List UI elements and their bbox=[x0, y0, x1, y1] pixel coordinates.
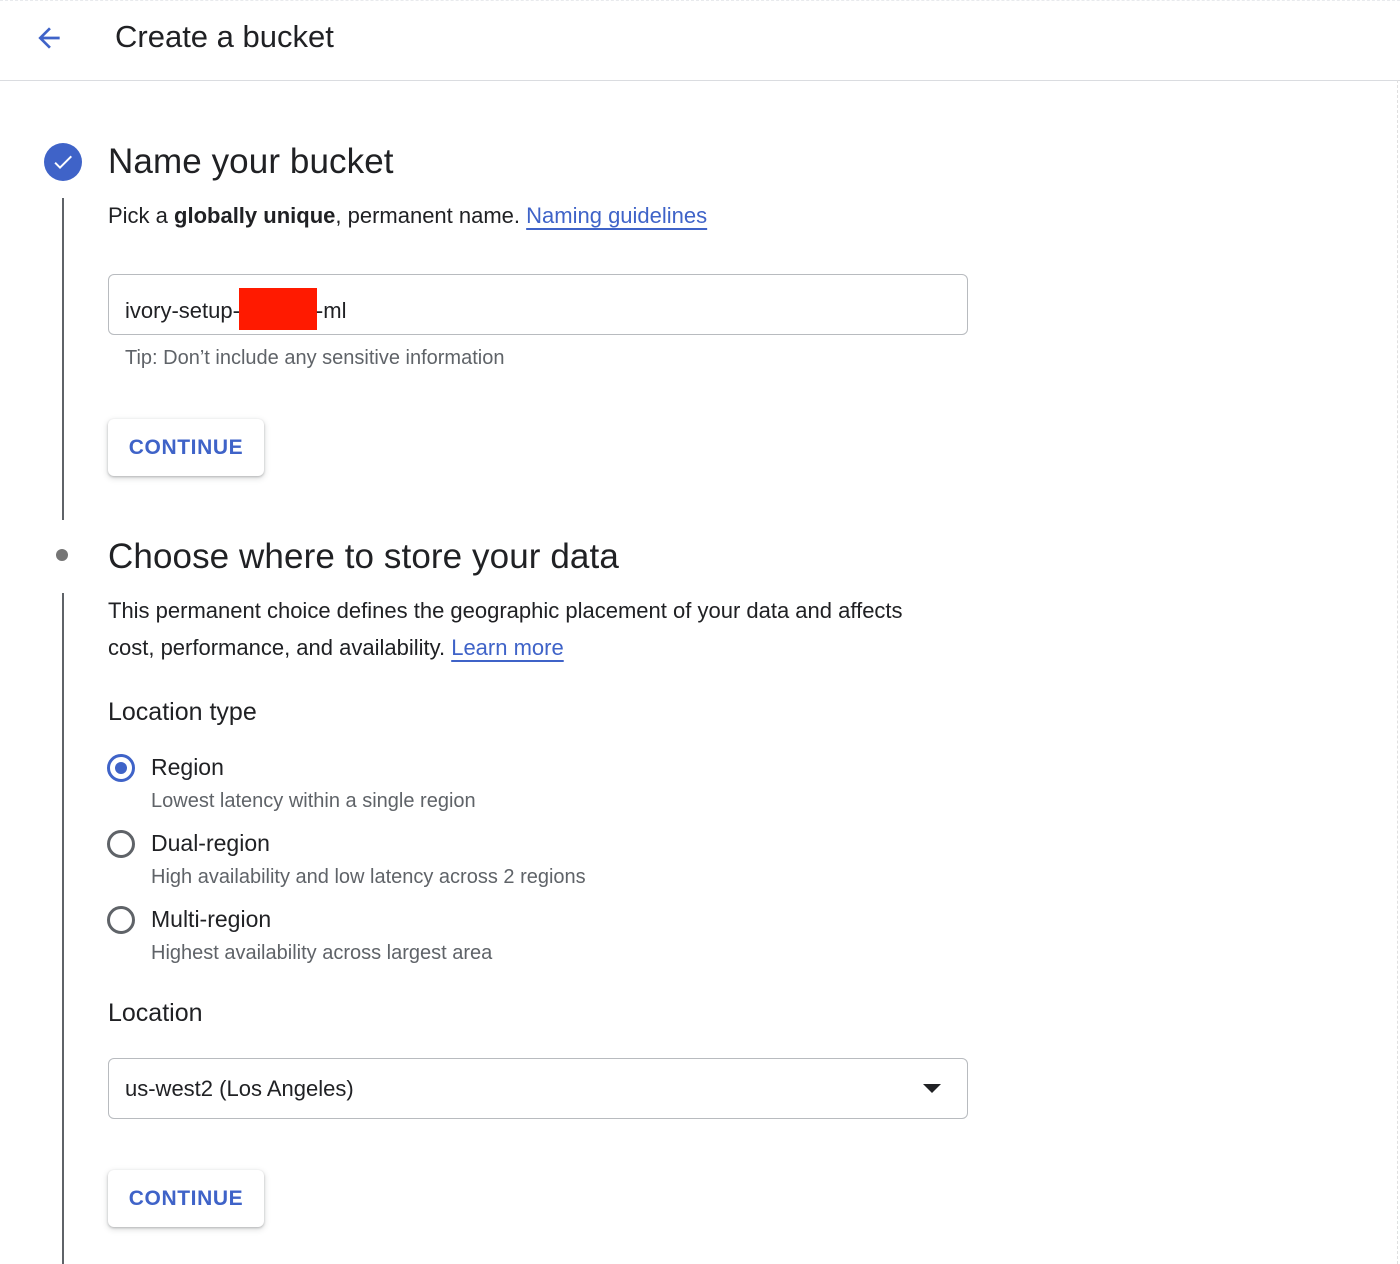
check-circle-icon bbox=[44, 143, 82, 181]
create-bucket-page: Create a bucket Name your bucket Pick a … bbox=[0, 0, 1400, 1264]
bucket-name-prefix: ivory-setup- bbox=[125, 298, 240, 323]
step-heading-storage-location: Choose where to store your data bbox=[108, 537, 619, 576]
page-header: Create a bucket bbox=[0, 0, 1400, 81]
bucket-name-hint: Tip: Don’t include any sensitive informa… bbox=[125, 347, 505, 369]
step-indicator-dot bbox=[56, 549, 68, 561]
radio-button[interactable] bbox=[107, 906, 135, 934]
radio-region[interactable]: Region Lowest latency within a single re… bbox=[106, 750, 706, 820]
location-select-value: us-west2 (Los Angeles) bbox=[125, 1076, 354, 1101]
description-text: , permanent name. bbox=[335, 203, 527, 228]
arrow-back-icon bbox=[38, 27, 60, 49]
description-bold: globally unique bbox=[174, 203, 336, 228]
location-select[interactable]: us-west2 (Los Angeles) bbox=[108, 1058, 968, 1119]
stepper-line bbox=[62, 593, 64, 1264]
step-description: This permanent choice defines the geogra… bbox=[108, 592, 903, 666]
radio-button[interactable] bbox=[107, 830, 135, 858]
location-label: Location bbox=[108, 999, 203, 1027]
continue-button[interactable]: CONTINUE bbox=[108, 1170, 264, 1227]
redaction-box bbox=[238, 288, 317, 330]
radio-dual-region[interactable]: Dual-region High availability and low la… bbox=[106, 826, 706, 896]
description-text: cost, performance, and availability. bbox=[108, 635, 452, 660]
radio-description: High availability and low latency across… bbox=[151, 866, 586, 888]
radio-label: Dual-region bbox=[151, 830, 270, 856]
naming-guidelines-link[interactable]: Naming guidelines bbox=[526, 203, 707, 228]
step-description: Pick a globally unique, permanent name. … bbox=[108, 197, 707, 234]
radio-label: Multi-region bbox=[151, 906, 272, 932]
step-heading-name-bucket: Name your bucket bbox=[108, 142, 394, 181]
continue-button[interactable]: CONTINUE bbox=[108, 419, 264, 476]
description-text: Pick a bbox=[108, 203, 175, 228]
bucket-name-suffix: -ml bbox=[315, 298, 347, 323]
description-line: cost, performance, and availability. Lea… bbox=[108, 629, 903, 666]
bucket-name-value: ivory-setup- -ml bbox=[125, 288, 346, 330]
description-line: This permanent choice defines the geogra… bbox=[108, 598, 903, 623]
radio-multi-region[interactable]: Multi-region Highest availability across… bbox=[106, 902, 706, 972]
bucket-name-input[interactable]: ivory-setup- -ml bbox=[108, 274, 968, 335]
content-divider bbox=[1397, 80, 1398, 1264]
radio-label: Region bbox=[151, 754, 224, 780]
radio-description: Lowest latency within a single region bbox=[151, 790, 476, 812]
learn-more-link[interactable]: Learn more bbox=[451, 635, 564, 660]
radio-button-checked[interactable] bbox=[107, 754, 135, 782]
stepper-line bbox=[62, 198, 64, 520]
page-title: Create a bucket bbox=[115, 19, 334, 54]
arrow-drop-down-icon bbox=[923, 1084, 941, 1093]
location-type-label: Location type bbox=[108, 698, 257, 726]
radio-description: Highest availability across largest area bbox=[151, 942, 493, 964]
back-button[interactable] bbox=[26, 15, 72, 61]
